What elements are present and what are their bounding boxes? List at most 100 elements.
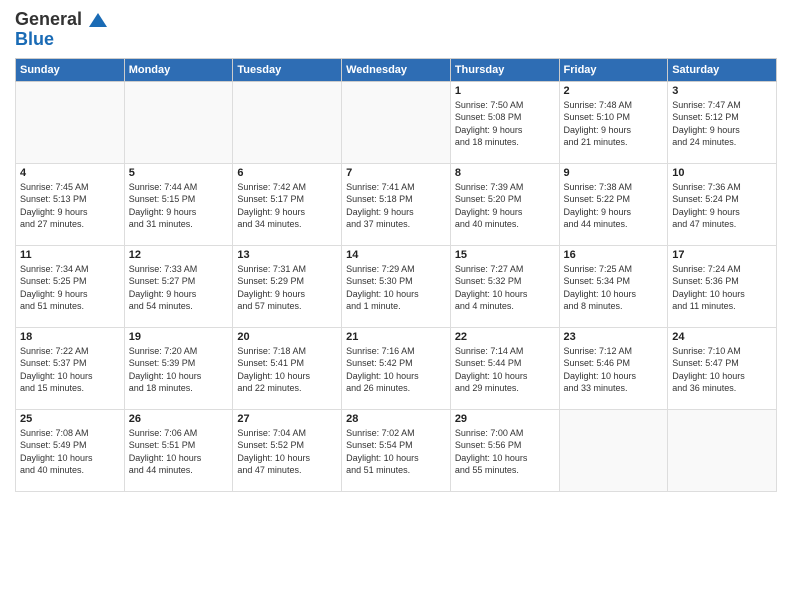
week-row-3: 18 Sunrise: 7:22 AMSunset: 5:37 PMDayligh… [16,327,777,409]
calendar-cell: 4 Sunrise: 7:45 AMSunset: 5:13 PMDaylight… [16,163,125,245]
day-info: Sunrise: 7:25 AMSunset: 5:34 PMDaylight:… [564,263,664,313]
day-number: 1 [455,85,555,97]
day-info: Sunrise: 7:36 AMSunset: 5:24 PMDaylight:… [672,181,772,231]
day-info: Sunrise: 7:08 AMSunset: 5:49 PMDaylight:… [20,427,120,477]
day-number: 3 [672,85,772,97]
day-number: 25 [20,413,120,425]
calendar-cell: 22 Sunrise: 7:14 AMSunset: 5:44 PMDayligh… [450,327,559,409]
day-number: 21 [346,331,446,343]
day-number: 19 [129,331,229,343]
calendar-cell: 8 Sunrise: 7:39 AMSunset: 5:20 PMDaylight… [450,163,559,245]
day-number: 10 [672,167,772,179]
calendar-cell: 6 Sunrise: 7:42 AMSunset: 5:17 PMDaylight… [233,163,342,245]
calendar-cell: 11Sunrise: 7:34 AMSunset: 5:25 PMDayligh… [16,245,125,327]
col-friday: Friday [559,58,668,81]
col-thursday: Thursday [450,58,559,81]
day-info: Sunrise: 7:20 AMSunset: 5:39 PMDaylight:… [129,345,229,395]
day-number: 8 [455,167,555,179]
day-number: 22 [455,331,555,343]
calendar-cell: 3Sunrise: 7:47 AMSunset: 5:12 PMDaylight… [668,81,777,163]
day-info: Sunrise: 7:02 AMSunset: 5:54 PMDaylight:… [346,427,446,477]
calendar-cell: 7 Sunrise: 7:41 AMSunset: 5:18 PMDaylight… [342,163,451,245]
day-number: 12 [129,249,229,261]
calendar-cell: 24Sunrise: 7:10 AMSunset: 5:47 PMDayligh… [668,327,777,409]
week-row-0: 1 Sunrise: 7:50 AMSunset: 5:08 PMDaylight… [16,81,777,163]
day-info: Sunrise: 7:12 AMSunset: 5:46 PMDaylight:… [564,345,664,395]
week-row-1: 4 Sunrise: 7:45 AMSunset: 5:13 PMDaylight… [16,163,777,245]
day-info: Sunrise: 7:48 AMSunset: 5:10 PMDaylight:… [564,99,664,149]
day-number: 9 [564,167,664,179]
day-info: Sunrise: 7:41 AMSunset: 5:18 PMDaylight:… [346,181,446,231]
day-number: 13 [237,249,337,261]
logo-line1: General [15,9,82,29]
logo-triangle-icon [89,13,107,27]
day-number: 28 [346,413,446,425]
day-number: 18 [20,331,120,343]
day-info: Sunrise: 7:42 AMSunset: 5:17 PMDaylight:… [237,181,337,231]
col-wednesday: Wednesday [342,58,451,81]
calendar-cell [559,409,668,491]
day-number: 20 [237,331,337,343]
day-number: 27 [237,413,337,425]
calendar-cell [16,81,125,163]
day-info: Sunrise: 7:06 AMSunset: 5:51 PMDaylight:… [129,427,229,477]
calendar-cell [124,81,233,163]
logo: General Blue [15,10,107,50]
col-sunday: Sunday [16,58,125,81]
day-number: 16 [564,249,664,261]
day-info: Sunrise: 7:38 AMSunset: 5:22 PMDaylight:… [564,181,664,231]
calendar-cell: 10 Sunrise: 7:36 AMSunset: 5:24 PMDayligh… [668,163,777,245]
calendar-cell: 14 Sunrise: 7:29 AMSunset: 5:30 PMDayligh… [342,245,451,327]
day-info: Sunrise: 7:16 AMSunset: 5:42 PMDaylight:… [346,345,446,395]
week-row-2: 11Sunrise: 7:34 AMSunset: 5:25 PMDayligh… [16,245,777,327]
calendar-cell: 12 Sunrise: 7:33 AMSunset: 5:27 PMDayligh… [124,245,233,327]
day-info: Sunrise: 7:04 AMSunset: 5:52 PMDaylight:… [237,427,337,477]
day-number: 4 [20,167,120,179]
day-info: Sunrise: 7:39 AMSunset: 5:20 PMDaylight:… [455,181,555,231]
calendar-cell: 26 Sunrise: 7:06 AMSunset: 5:51 PMDayligh… [124,409,233,491]
day-number: 6 [237,167,337,179]
calendar-cell: 23 Sunrise: 7:12 AMSunset: 5:46 PMDayligh… [559,327,668,409]
calendar-cell: 20 Sunrise: 7:18 AMSunset: 5:41 PMDayligh… [233,327,342,409]
calendar-cell: 13 Sunrise: 7:31 AMSunset: 5:29 PMDayligh… [233,245,342,327]
day-info: Sunrise: 7:22 AMSunset: 5:37 PMDaylight:… [20,345,120,395]
page-header: General Blue [15,10,777,50]
calendar-cell [668,409,777,491]
calendar-cell: 19 Sunrise: 7:20 AMSunset: 5:39 PMDayligh… [124,327,233,409]
calendar-cell [342,81,451,163]
day-info: Sunrise: 7:27 AMSunset: 5:32 PMDaylight:… [455,263,555,313]
calendar-cell: 29Sunrise: 7:00 AMSunset: 5:56 PMDayligh… [450,409,559,491]
day-info: Sunrise: 7:34 AMSunset: 5:25 PMDaylight:… [20,263,120,313]
day-info: Sunrise: 7:29 AMSunset: 5:30 PMDaylight:… [346,263,446,313]
day-number: 14 [346,249,446,261]
calendar-cell: 15 Sunrise: 7:27 AMSunset: 5:32 PMDayligh… [450,245,559,327]
day-info: Sunrise: 7:18 AMSunset: 5:41 PMDaylight:… [237,345,337,395]
day-number: 24 [672,331,772,343]
day-info: Sunrise: 7:31 AMSunset: 5:29 PMDaylight:… [237,263,337,313]
calendar-cell: 27 Sunrise: 7:04 AMSunset: 5:52 PMDayligh… [233,409,342,491]
calendar-cell: 25 Sunrise: 7:08 AMSunset: 5:49 PMDayligh… [16,409,125,491]
calendar-cell: 1 Sunrise: 7:50 AMSunset: 5:08 PMDaylight… [450,81,559,163]
calendar-cell: 18 Sunrise: 7:22 AMSunset: 5:37 PMDayligh… [16,327,125,409]
week-row-4: 25 Sunrise: 7:08 AMSunset: 5:49 PMDayligh… [16,409,777,491]
calendar-cell: 16 Sunrise: 7:25 AMSunset: 5:34 PMDayligh… [559,245,668,327]
day-number: 2 [564,85,664,97]
day-number: 26 [129,413,229,425]
day-info: Sunrise: 7:44 AMSunset: 5:15 PMDaylight:… [129,181,229,231]
day-info: Sunrise: 7:33 AMSunset: 5:27 PMDaylight:… [129,263,229,313]
calendar-cell: 5Sunrise: 7:44 AMSunset: 5:15 PMDaylight… [124,163,233,245]
calendar-cell: 28 Sunrise: 7:02 AMSunset: 5:54 PMDayligh… [342,409,451,491]
day-info: Sunrise: 7:24 AMSunset: 5:36 PMDaylight:… [672,263,772,313]
day-number: 17 [672,249,772,261]
day-number: 7 [346,167,446,179]
day-number: 29 [455,413,555,425]
day-number: 23 [564,331,664,343]
day-info: Sunrise: 7:50 AMSunset: 5:08 PMDaylight:… [455,99,555,149]
day-info: Sunrise: 7:14 AMSunset: 5:44 PMDaylight:… [455,345,555,395]
calendar-header-row: Sunday Monday Tuesday Wednesday Thursday… [16,58,777,81]
calendar-table: Sunday Monday Tuesday Wednesday Thursday… [15,58,777,492]
logo-line2: Blue [15,30,107,50]
calendar-cell [233,81,342,163]
day-info: Sunrise: 7:45 AMSunset: 5:13 PMDaylight:… [20,181,120,231]
day-number: 15 [455,249,555,261]
